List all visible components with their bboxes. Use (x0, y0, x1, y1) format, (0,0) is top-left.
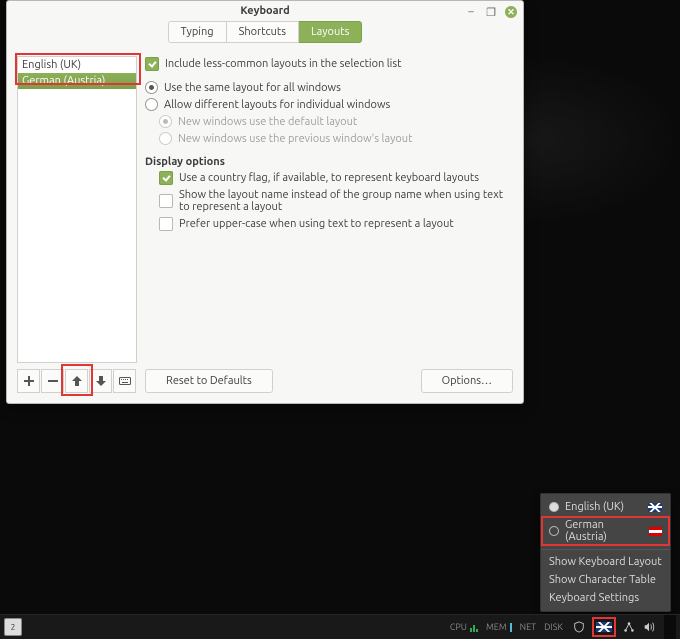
net-meter[interactable]: NET (517, 622, 539, 632)
radio-icon[interactable] (145, 98, 158, 111)
plus-icon (23, 375, 35, 387)
check-label: Prefer upper-case when using text to rep… (179, 218, 454, 230)
titlebar: Keyboard – ❐ ✕ Typing Shortcuts Layouts (7, 1, 523, 48)
menu-item[interactable]: Show Keyboard Layout (541, 553, 670, 571)
keyboard-layout-indicator[interactable] (592, 617, 616, 637)
meter-label: DISK (544, 622, 563, 632)
radio-row[interactable]: Use the same layout for all windows (145, 80, 513, 95)
maximize-icon[interactable]: ❐ (485, 6, 497, 18)
meter-label: NET (520, 622, 536, 632)
layout-option[interactable]: English (UK) (541, 498, 670, 516)
keyboard-indicator-menu: English (UK) German (Austria) Show Keybo… (540, 493, 671, 612)
checkbox-icon[interactable] (159, 217, 173, 231)
tab-shortcuts[interactable]: Shortcuts (227, 21, 299, 43)
flag-at-icon (649, 527, 662, 536)
preview-layout-button[interactable] (113, 369, 136, 393)
radio-icon (159, 132, 172, 145)
minimize-icon[interactable]: – (465, 6, 477, 18)
list-item[interactable]: English (UK) (18, 57, 136, 73)
list-item[interactable]: German (Austria) (18, 73, 136, 89)
minus-icon (47, 375, 59, 387)
check-label: Include less-common layouts in the selec… (165, 58, 401, 70)
move-up-button[interactable] (65, 369, 88, 393)
keyboard-settings-window: Keyboard – ❐ ✕ Typing Shortcuts Layouts … (6, 0, 524, 404)
reset-defaults-button[interactable]: Reset to Defaults (145, 369, 273, 393)
check-label: Use a country flag, if available, to rep… (179, 172, 479, 184)
mem-meter[interactable]: MEM (483, 622, 515, 632)
remove-layout-button[interactable] (41, 369, 64, 393)
meter-label: CPU (450, 622, 467, 632)
flag-uk-icon (648, 503, 662, 512)
menu-separator (541, 549, 670, 550)
cpu-meter[interactable]: CPU (447, 622, 481, 632)
options-button[interactable]: Options… (421, 369, 513, 393)
check-row[interactable]: Use a country flag, if available, to rep… (145, 170, 513, 186)
flag-uk-icon (596, 622, 612, 632)
check-row[interactable]: Include less-common layouts in the selec… (145, 56, 513, 72)
layout-label: German (Austria) (565, 519, 643, 543)
section-heading: Display options (145, 156, 513, 168)
radio-icon[interactable] (145, 81, 158, 94)
volume-icon[interactable] (642, 620, 656, 634)
shield-icon[interactable] (572, 620, 586, 634)
disk-meter[interactable]: DISK (541, 622, 566, 632)
radio-label: New windows use the previous window's la… (178, 133, 412, 145)
meter-label: MEM (486, 622, 507, 632)
layouts-list[interactable]: English (UK) German (Austria) (17, 56, 137, 363)
close-icon[interactable]: ✕ (505, 6, 517, 18)
system-tray (568, 620, 660, 634)
check-row[interactable]: Show the layout name instead of the grou… (145, 188, 513, 214)
layouts-toolbar (17, 369, 137, 393)
checkbox-icon[interactable] (159, 171, 173, 185)
workspace-switcher[interactable]: 2 (4, 618, 22, 636)
radio-icon (549, 502, 559, 512)
menu-label: Keyboard Settings (549, 592, 639, 604)
window-title: Keyboard (240, 5, 289, 17)
keyboard-icon (119, 375, 131, 387)
workspace-number: 2 (11, 623, 16, 632)
checkbox-icon[interactable] (159, 194, 173, 208)
show-desktop-button[interactable] (664, 615, 676, 639)
layouts-side-panel: English (UK) German (Austria) (17, 56, 137, 393)
checkbox-icon[interactable] (145, 57, 159, 71)
radio-row[interactable]: Allow different layouts for individual w… (145, 97, 513, 112)
check-label: Show the layout name instead of the grou… (179, 189, 513, 213)
tab-typing[interactable]: Typing (168, 21, 227, 43)
layout-option[interactable]: German (Austria) (541, 516, 670, 546)
layout-label: English (UK) (565, 501, 624, 513)
radio-label: Allow different layouts for individual w… (164, 99, 390, 111)
radio-icon (159, 115, 172, 128)
network-icon[interactable] (622, 620, 636, 634)
radio-row: New windows use the default layout (145, 114, 513, 129)
radio-label: Use the same layout for all windows (164, 82, 341, 94)
taskbar: 2 CPU MEM NET DISK (0, 614, 680, 639)
menu-item[interactable]: Show Character Table (541, 571, 670, 589)
check-row[interactable]: Prefer upper-case when using text to rep… (145, 216, 513, 232)
tab-bar: Typing Shortcuts Layouts (168, 21, 363, 43)
menu-label: Show Character Table (549, 574, 656, 586)
radio-row: New windows use the previous window's la… (145, 131, 513, 146)
radio-icon (549, 526, 559, 536)
arrow-down-icon (95, 375, 107, 387)
arrow-up-icon (71, 375, 83, 387)
tab-layouts[interactable]: Layouts (299, 21, 362, 43)
radio-label: New windows use the default layout (178, 116, 357, 128)
add-layout-button[interactable] (17, 369, 40, 393)
menu-item[interactable]: Keyboard Settings (541, 589, 670, 607)
menu-label: Show Keyboard Layout (549, 556, 662, 568)
move-down-button[interactable] (89, 369, 112, 393)
